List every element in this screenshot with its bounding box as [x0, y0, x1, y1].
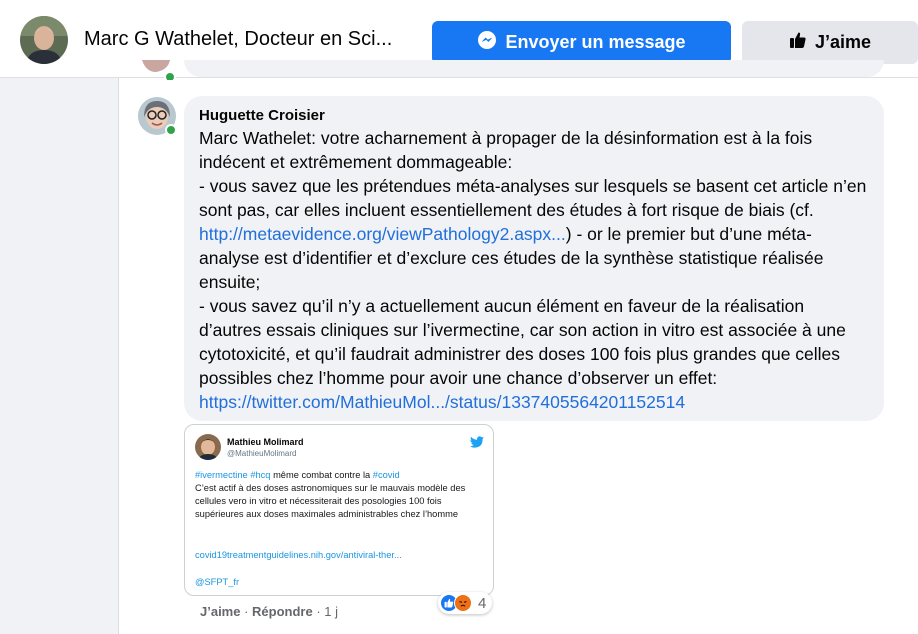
comment-reply-action[interactable]: Répondre: [252, 604, 313, 619]
like-page-button[interactable]: J’aime: [742, 21, 918, 64]
comment-text: Marc Wathelet: votre acharnement à propa…: [199, 126, 869, 414]
hashtag-covid[interactable]: #covid: [373, 470, 400, 480]
online-status-dot: [165, 124, 177, 136]
reactions-summary[interactable]: 4: [438, 592, 493, 614]
tweet-author-name: Mathieu Molimard: [227, 437, 304, 447]
tweet-text-middle: même combat contre la: [270, 470, 373, 480]
tweet-preview-card[interactable]: Mathieu Molimard @MathieuMolimard #iverm…: [184, 424, 494, 596]
angry-reaction-icon: [454, 594, 472, 612]
tweet-author-handle: @MathieuMolimard: [227, 449, 297, 458]
metaevidence-link[interactable]: http://metaevidence.org/viewPathology2.a…: [199, 224, 566, 244]
comment-actions: J’aime · Répondre · 1 j: [200, 604, 338, 619]
previous-commenter-avatar[interactable]: [140, 60, 176, 80]
comment-text-part2: ) - or le premier but d’une méta-analyse…: [199, 224, 846, 388]
comment-bubble: Huguette Croisier Marc Wathelet: votre a…: [184, 96, 884, 421]
page-avatar[interactable]: [20, 16, 68, 64]
twitter-status-link[interactable]: https://twitter.com/MathieuMol.../status…: [199, 392, 685, 412]
thumbs-up-icon: [789, 31, 807, 54]
comment-timestamp[interactable]: 1 j: [324, 604, 338, 619]
comment-like-action[interactable]: J’aime: [200, 604, 240, 619]
send-message-label: Envoyer un message: [505, 32, 686, 52]
hashtag-hcq[interactable]: #hcq: [250, 470, 270, 480]
separator: ·: [240, 604, 253, 619]
hashtag-ivermectine[interactable]: #ivermectine: [195, 470, 248, 480]
thread-divider: [118, 78, 119, 634]
tweet-body: #ivermectine #hcq même combat contre la …: [195, 469, 485, 521]
tweet-link[interactable]: covid19treatmentguidelines.nih.gov/antiv…: [195, 550, 402, 560]
send-message-button[interactable]: Envoyer un message: [432, 21, 731, 64]
reaction-count: 4: [478, 594, 487, 612]
tweet-body-text: C’est actif à des doses astronomiques su…: [195, 483, 466, 519]
comment-text-part1: Marc Wathelet: votre acharnement à propa…: [199, 128, 867, 220]
page-title[interactable]: Marc G Wathelet, Docteur en Sci...: [84, 28, 392, 51]
messenger-icon: [477, 30, 497, 55]
tweet-mention[interactable]: @SFPT_fr: [195, 577, 239, 587]
comment-author[interactable]: Huguette Croisier: [199, 107, 869, 124]
previous-comment-bubble: [184, 60, 884, 77]
separator: ·: [312, 604, 325, 619]
twitter-bird-icon: [470, 435, 484, 453]
tweet-author-avatar: [195, 434, 221, 460]
like-page-label: J’aime: [814, 32, 872, 52]
